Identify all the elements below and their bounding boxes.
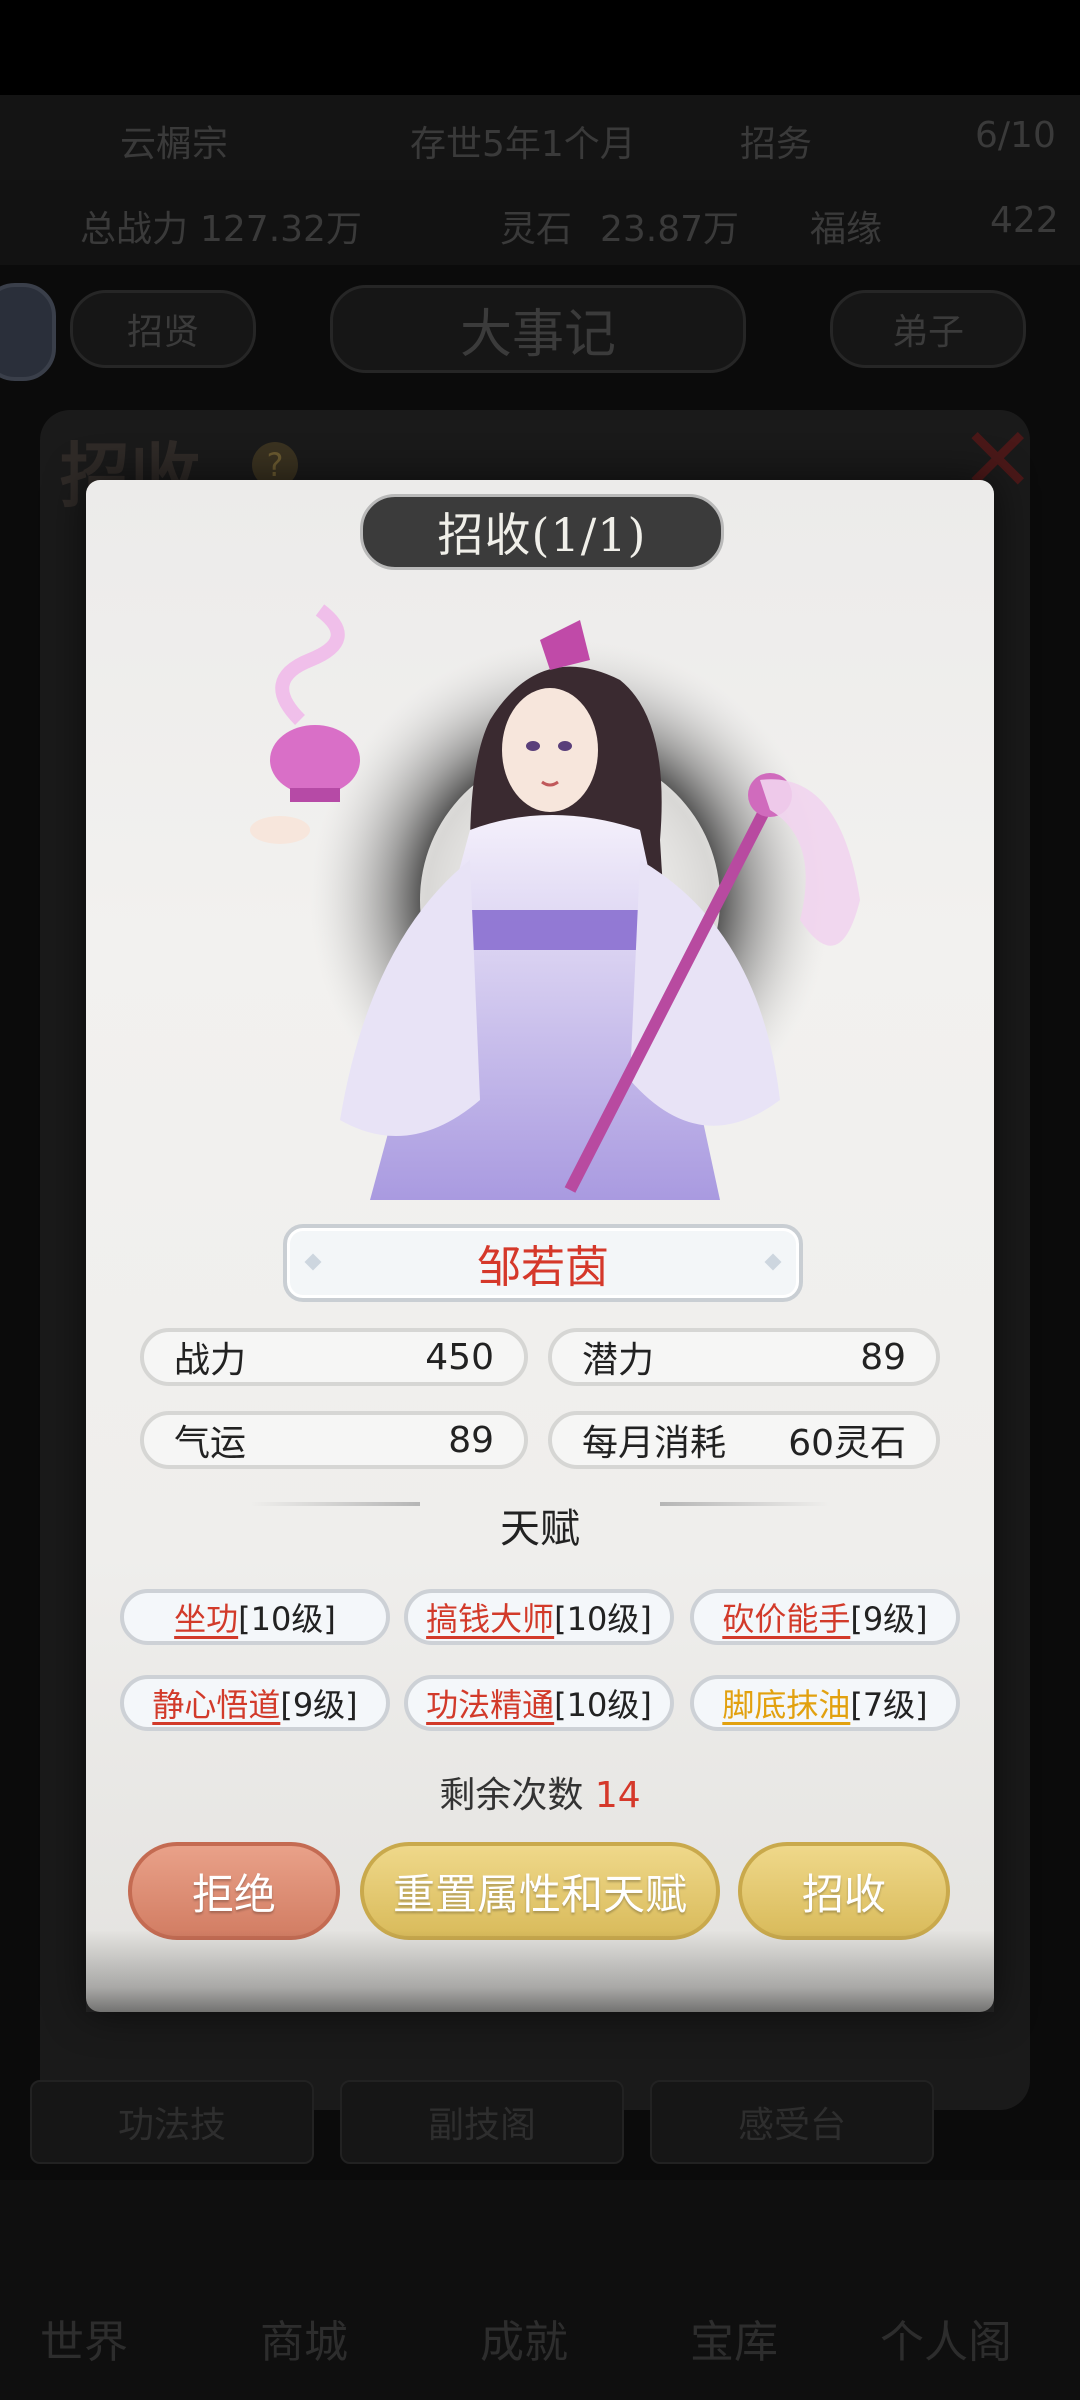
talent-name[interactable]: 砍价能手 xyxy=(722,1594,850,1640)
fortune-value: 422 xyxy=(990,200,1059,241)
fortune-label: 福缘 xyxy=(810,209,883,250)
recruit-hall-button[interactable]: 招贤 xyxy=(70,290,256,368)
stat-potential-value: 89 xyxy=(860,1336,906,1378)
total-power-label: 总战力 xyxy=(80,209,189,250)
talent-level: [10级] xyxy=(554,1686,652,1724)
nav-shop[interactable]: 商城 xyxy=(260,2306,348,2370)
stat-luck-value: 89 xyxy=(448,1419,494,1461)
character-name: 邹若茵 xyxy=(477,1242,609,1293)
top-right-count: 6/10 xyxy=(975,115,1056,156)
resource-bar: 总战力 127.32万 灵石 23.87万 福缘 422 xyxy=(0,180,1080,265)
talent-item[interactable]: 坐功 [10级] xyxy=(120,1589,390,1645)
avatar[interactable] xyxy=(0,283,56,381)
bg-row-button-2[interactable]: 副技阁 xyxy=(340,2080,624,2164)
spirit-stone-value: 23.87万 xyxy=(600,209,740,250)
spirit-stone-label: 灵石 xyxy=(500,209,573,250)
diamond-ornament-left xyxy=(304,1253,322,1271)
stat-potential-label: 潜力 xyxy=(582,1340,655,1381)
talent-name[interactable]: 功法精通 xyxy=(426,1680,554,1726)
stat-monthly-cost-label: 每月消耗 xyxy=(582,1423,727,1464)
talent-name[interactable]: 坐功 xyxy=(174,1594,238,1640)
talent-name[interactable]: 脚底抹油 xyxy=(722,1680,850,1726)
talent-level: [9级] xyxy=(280,1686,358,1724)
talent-item[interactable]: 功法精通 [10级] xyxy=(404,1675,674,1731)
talent-divider-right xyxy=(660,1502,830,1506)
incense-burner xyxy=(270,725,360,795)
talent-name[interactable]: 静心悟道 xyxy=(152,1680,280,1726)
talent-name[interactable]: 搞钱大师 xyxy=(426,1594,554,1640)
bottom-navigation: 世界 商城 成就 宝库 个人阁 xyxy=(0,2180,1080,2400)
talent-item[interactable]: 静心悟道 [9级] xyxy=(120,1675,390,1731)
stat-power-value: 450 xyxy=(425,1336,494,1378)
total-power-value: 127.32万 xyxy=(200,209,362,250)
talent-item[interactable]: 脚底抹油 [7级] xyxy=(690,1675,960,1731)
talent-section-title: 天赋 xyxy=(500,1506,580,1552)
talent-level: [10级] xyxy=(554,1600,652,1638)
character-name-box: 邹若茵 xyxy=(283,1224,803,1302)
nav-treasury[interactable]: 宝库 xyxy=(690,2306,778,2370)
stat-luck: 气运 89 xyxy=(140,1411,528,1469)
stat-potential: 潜力 89 xyxy=(548,1328,940,1386)
reject-button[interactable]: 拒绝 xyxy=(128,1842,340,1940)
remaining-attempts: 剩余次数 14 xyxy=(340,1766,740,1818)
talent-level: [9级] xyxy=(850,1600,928,1638)
nav-world[interactable]: 世界 xyxy=(40,2306,128,2370)
stat-power-label: 战力 xyxy=(174,1340,247,1381)
stat-power: 战力 450 xyxy=(140,1328,528,1386)
survival-time: 存世5年1个月 xyxy=(410,124,636,165)
bg-row-button-1[interactable]: 功法技 xyxy=(30,2080,314,2164)
talent-divider-left xyxy=(250,1502,420,1506)
top-right-label: 招务 xyxy=(740,124,813,165)
nav-achievement[interactable]: 成就 xyxy=(480,2306,568,2370)
remaining-count: 14 xyxy=(594,1775,641,1816)
stat-luck-label: 气运 xyxy=(174,1423,247,1464)
dialog-title: 招收(1/1) xyxy=(360,494,724,570)
stat-monthly-cost-value: 60灵石 xyxy=(788,1423,906,1464)
character-portrait xyxy=(250,604,860,1200)
talent-item[interactable]: 砍价能手 [9级] xyxy=(690,1589,960,1645)
talent-item[interactable]: 搞钱大师 [10级] xyxy=(404,1589,674,1645)
diamond-ornament-right xyxy=(764,1253,782,1271)
recruit-button[interactable]: 招收 xyxy=(738,1842,950,1940)
reset-attributes-button[interactable]: 重置属性和天赋 xyxy=(360,1842,720,1940)
talent-level: [7级] xyxy=(850,1686,928,1724)
talent-level: [10级] xyxy=(238,1600,336,1638)
status-bar xyxy=(0,0,1080,95)
face xyxy=(502,688,598,812)
remaining-label: 剩余次数 xyxy=(439,1775,584,1816)
events-button[interactable]: 大事记 xyxy=(330,285,746,373)
sect-name: 云榍宗 xyxy=(120,124,229,165)
stat-monthly-cost: 每月消耗 60灵石 xyxy=(548,1411,940,1469)
disciples-button[interactable]: 弟子 xyxy=(830,290,1026,368)
top-info-bar: 云榍宗 存世5年1个月 招务 6/10 xyxy=(0,95,1080,180)
nav-personal[interactable]: 个人阁 xyxy=(880,2306,1012,2370)
bg-row-button-3[interactable]: 感受台 xyxy=(650,2080,934,2164)
